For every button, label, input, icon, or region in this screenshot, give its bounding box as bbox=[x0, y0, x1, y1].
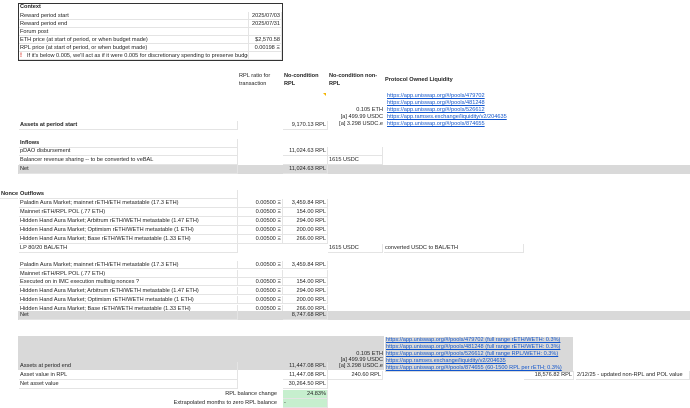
outflow-row-label[interactable]: Mainnet rETH/RPL POL (.77 ETH) bbox=[19, 270, 238, 278]
header-no-condition-non-rpl[interactable]: No-condition non-RPL bbox=[328, 72, 383, 90]
inflows-net-rpl[interactable]: 11,024.63 RPL bbox=[283, 165, 328, 174]
start-pool-link[interactable]: https://app.uniswap.org/#/pools/526612 bbox=[386, 107, 526, 114]
assets-end-label[interactable]: Assets at period end bbox=[19, 362, 238, 371]
context-row-label[interactable]: Reward period start bbox=[19, 12, 249, 20]
asset-value-pol[interactable]: 18,576.82 RPL bbox=[524, 371, 574, 380]
outflow-row-label[interactable]: Paladin Aura Market; mainnet rETH/ETH me… bbox=[19, 261, 238, 269]
context-row-label[interactable]: ETH price (at start of period, or when b… bbox=[19, 36, 249, 44]
context-row-value[interactable]: 2025/07/31 bbox=[249, 20, 282, 28]
context-row-value[interactable]: 0.00198 Ξ bbox=[249, 44, 282, 52]
outflow-row-ratio[interactable] bbox=[238, 270, 283, 278]
outflow-row-ratio[interactable]: 0.00500 Ξ bbox=[238, 199, 283, 208]
end-pool-link[interactable]: https://app.uniswap.org/#/pools/479702 (… bbox=[385, 337, 573, 344]
comment-marker-icon[interactable] bbox=[323, 93, 326, 96]
start-nonrpl-line[interactable]: 0.105 ETH bbox=[328, 107, 384, 114]
inflows-net-label[interactable]: Net bbox=[19, 165, 238, 174]
net-asset-value-rpl[interactable]: 30,264.50 RPL bbox=[283, 380, 328, 389]
rpl-balance-change-label[interactable]: RPL balance change bbox=[150, 390, 278, 399]
header-protocol-owned-liquidity[interactable]: Protocol Owned Liquidity bbox=[384, 76, 504, 85]
assets-start-label[interactable]: Assets at period start bbox=[19, 121, 238, 130]
outflow-row-label[interactable]: Executed on in IMC execution multisig no… bbox=[19, 278, 238, 286]
outflow-row-ratio[interactable]: 0.00500 Ξ bbox=[238, 278, 283, 286]
nonce-header[interactable]: Nonce bbox=[0, 190, 18, 199]
start-nonrpl-line[interactable]: [a] 499.99 USDC bbox=[328, 114, 384, 121]
outflow-row-label[interactable]: Hidden Hand Aura Market; Optimism rETH/W… bbox=[19, 296, 238, 304]
lp-label[interactable]: LP 80/20 BAL/ETH bbox=[19, 244, 238, 253]
rpl-balance-change-value[interactable]: 24.83% bbox=[283, 390, 328, 399]
lp-nonrpl[interactable]: 1615 USDC bbox=[328, 244, 383, 253]
warning-icon: ! bbox=[20, 53, 22, 59]
outflow-row-rpl[interactable]: 294.00 RPL bbox=[283, 287, 328, 295]
outflow-row-rpl[interactable]: 154.00 RPL bbox=[283, 208, 328, 217]
outflow-row-label[interactable]: Mainnet rETH/RPL POL (.77 ETH) bbox=[19, 208, 238, 217]
extrapolated-value[interactable]: - bbox=[283, 399, 328, 408]
outflow-row-rpl[interactable]: 200.00 RPL bbox=[283, 226, 328, 235]
asset-value-label[interactable]: Asset value in RPL bbox=[19, 371, 238, 380]
inflow-row-rpl[interactable]: 11,024.63 RPL bbox=[283, 147, 328, 156]
outflow-row-ratio[interactable]: 0.00500 Ξ bbox=[238, 208, 283, 217]
assets-end-rpl[interactable]: 11,447.08 RPL bbox=[283, 362, 328, 371]
end-pool-link[interactable]: https://app.ramses.exchange/liquidity/v2… bbox=[385, 358, 573, 365]
outflow-row-rpl[interactable]: 3,459.84 RPL bbox=[283, 199, 328, 208]
outflow-row-ratio[interactable]: 0.00500 Ξ bbox=[238, 235, 283, 244]
net-asset-value-label[interactable]: Net asset value bbox=[19, 380, 238, 389]
assets-start-rpl[interactable]: 9,170.13 RPL bbox=[283, 121, 328, 130]
context-row-label[interactable]: Forum post bbox=[19, 28, 249, 36]
inflow-row-label[interactable]: pDAO disbursement bbox=[19, 147, 238, 156]
end-pool-link[interactable]: https://app.uniswap.org/#/pools/526612 (… bbox=[385, 351, 573, 358]
end-nonrpl-line[interactable]: [a] 3.298 USDC.e bbox=[328, 363, 384, 369]
start-pool-link[interactable]: https://app.uniswap.org/#/pools/481248 bbox=[386, 100, 526, 107]
outflow-row-label[interactable]: Hidden Hand Aura Market; Optimism rETH/W… bbox=[19, 226, 238, 235]
outflow-row-ratio[interactable]: 0.00500 Ξ bbox=[238, 217, 283, 226]
asset-value-rpl[interactable]: 11,447.08 RPL bbox=[283, 371, 328, 380]
outflow-row-rpl[interactable]: 3,459.84 RPL bbox=[283, 261, 328, 269]
context-row-label[interactable]: Reward period end bbox=[19, 20, 249, 28]
start-pool-link[interactable]: https://app.ramses.exchange/liquidity/v2… bbox=[386, 114, 526, 121]
inflow-row-rpl[interactable] bbox=[283, 156, 328, 165]
asset-value-note[interactable]: 2/12/25 - updated non-RPL and POL value bbox=[576, 371, 690, 380]
outflow-row-rpl[interactable] bbox=[283, 270, 328, 278]
context-row-value[interactable]: 2025/07/03 bbox=[249, 12, 282, 20]
context-row-label[interactable]: If it's below 0.005, we'll act as if it … bbox=[19, 52, 249, 60]
inflow-row-label[interactable]: Balancer revenue sharing -- to be conver… bbox=[19, 156, 238, 165]
context-title[interactable]: Context bbox=[19, 3, 249, 12]
header-rpl-ratio[interactable]: RPL ratio for transaction bbox=[238, 72, 283, 90]
outflow-row-rpl[interactable]: 154.00 RPL bbox=[283, 278, 328, 286]
context-row-label[interactable]: RPL price (at start of period, or when b… bbox=[19, 44, 249, 52]
inflow-row-nonrpl[interactable]: 1615 USDC bbox=[328, 156, 383, 165]
outflow-row-rpl[interactable]: 200.00 RPL bbox=[283, 296, 328, 304]
outflows-title[interactable]: Outflows bbox=[19, 190, 238, 199]
outflow-row-label[interactable]: Hidden Hand Aura Market; Arbitrum rETH/W… bbox=[19, 217, 238, 226]
outflow-row-ratio[interactable]: 0.00500 Ξ bbox=[238, 287, 283, 295]
outflow-row-label[interactable]: Hidden Hand Aura Market; Base rETH/WETH … bbox=[19, 235, 238, 244]
start-pool-link[interactable]: https://app.uniswap.org/#/pools/874655 bbox=[386, 121, 526, 128]
lp-note[interactable]: converted USDC to BAL/ETH bbox=[384, 244, 524, 253]
outflows-net-label[interactable]: Net bbox=[19, 311, 238, 320]
outflow-row-ratio[interactable]: 0.00500 Ξ bbox=[238, 261, 283, 269]
start-nonrpl-line[interactable]: [a] 3.298 USDC.e bbox=[328, 121, 384, 128]
outflow-row-rpl[interactable]: 266.00 RPL bbox=[283, 235, 328, 244]
outflow-row-ratio[interactable]: 0.00500 Ξ bbox=[238, 296, 283, 304]
header-no-condition-rpl[interactable]: No-condition RPL bbox=[283, 72, 328, 90]
asset-value-nonrpl[interactable]: 240.60 RPL bbox=[328, 371, 383, 380]
outflows-net-rpl[interactable]: 8,747.68 RPL bbox=[283, 311, 328, 320]
start-pool-link[interactable]: https://app.uniswap.org/#/pools/479702 bbox=[386, 93, 526, 100]
end-pool-link[interactable]: https://app.uniswap.org/#/pools/481248 (… bbox=[385, 344, 573, 351]
inflow-row-nonrpl[interactable] bbox=[328, 147, 383, 156]
context-row-value[interactable]: $2,570.58 bbox=[249, 36, 282, 44]
outflow-row-ratio[interactable]: 0.00500 Ξ bbox=[238, 226, 283, 235]
extrapolated-label[interactable]: Extrapolated months to zero RPL balance bbox=[100, 399, 278, 408]
spreadsheet-grid: Context Reward period start 2025/07/03 Rew… bbox=[0, 0, 690, 408]
outflow-row-label[interactable]: Hidden Hand Aura Market; Arbitrum rETH/W… bbox=[19, 287, 238, 295]
outflow-row-rpl[interactable]: 294.00 RPL bbox=[283, 217, 328, 226]
outflow-row-label[interactable]: Paladin Aura Market; mainnet rETH/ETH me… bbox=[19, 199, 238, 208]
context-row-value[interactable] bbox=[249, 52, 282, 60]
context-row-value[interactable] bbox=[249, 28, 282, 36]
